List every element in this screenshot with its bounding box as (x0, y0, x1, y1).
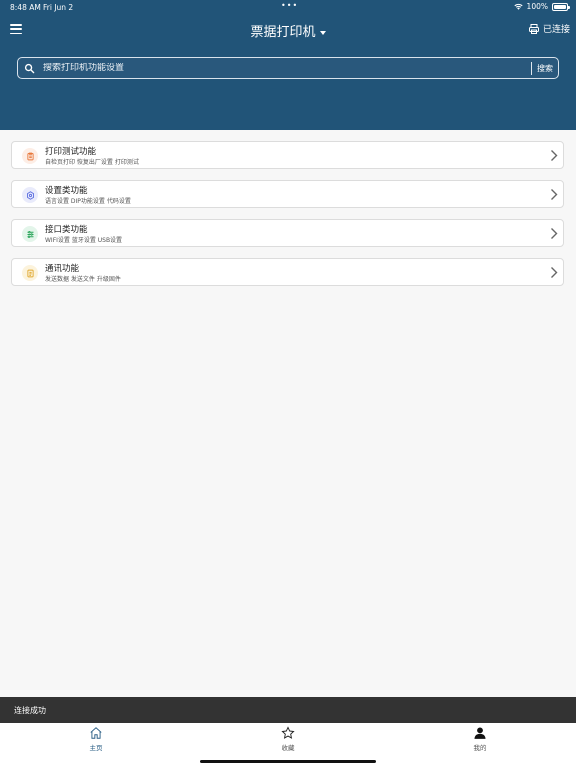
feature-item-interface[interactable]: 接口类功能 WIFI设置 蓝牙设置 USB设置 (11, 219, 564, 247)
battery-level (554, 4, 566, 9)
status-date: Fri Jun 2 (43, 3, 74, 12)
printer-icon (528, 23, 539, 34)
feature-title: 通讯功能 (45, 264, 80, 274)
search-button[interactable]: 搜索 (532, 63, 558, 74)
wifi-icon (513, 3, 523, 10)
feature-subtitle: 发送数据 发送文件 升级固件 (45, 276, 121, 283)
feature-title: 打印测试功能 (45, 147, 97, 157)
search-input[interactable] (43, 63, 531, 73)
feature-subtitle: 自检页打印 恢复出厂设置 打印测试 (45, 159, 139, 166)
user-icon (474, 727, 486, 739)
tab-home[interactable]: 主页 (76, 726, 116, 752)
tab-label: 我的 (473, 744, 487, 752)
search-icon (24, 63, 35, 73)
star-icon (281, 726, 295, 739)
document-icon (26, 269, 34, 277)
settings-icon (26, 190, 34, 200)
feature-item-settings[interactable]: 设置类功能 语言设置 DIP功能设置 代码设置 (11, 180, 564, 208)
feature-subtitle: 语言设置 DIP功能设置 代码设置 (45, 198, 131, 205)
feature-title: 接口类功能 (45, 225, 88, 235)
clipboard-icon (26, 152, 34, 160)
feature-item-communication[interactable]: 通讯功能 发送数据 发送文件 升级固件 (11, 258, 564, 286)
feature-title: 设置类功能 (45, 186, 88, 196)
feature-icon-wrap (22, 148, 38, 164)
toast-message: 连接成功 (0, 697, 576, 723)
feature-item-print-test[interactable]: 打印测试功能 自检页打印 恢复出厂设置 打印测试 (11, 141, 564, 169)
sliders-icon (27, 230, 33, 238)
feature-icon-wrap (22, 265, 38, 281)
chevron-right-icon (551, 189, 558, 200)
chevron-right-icon (551, 228, 558, 239)
feature-icon-wrap (22, 226, 38, 242)
tab-label: 主页 (89, 744, 103, 752)
printer-selector[interactable]: 票据打印机 (0, 21, 576, 40)
multitasking-dots-icon[interactable]: ••• (281, 1, 298, 10)
home-icon (90, 727, 102, 739)
status-indicators: 100% (513, 2, 570, 11)
tab-label: 收藏 (281, 744, 295, 752)
toast-text: 连接成功 (14, 706, 46, 715)
home-indicator[interactable] (200, 760, 376, 763)
battery-icon (552, 2, 570, 11)
chevron-right-icon (551, 267, 558, 278)
chevron-right-icon (551, 150, 558, 161)
connection-status-button[interactable]: 已连接 (528, 22, 570, 35)
feature-list: 打印测试功能 自检页打印 恢复出厂设置 打印测试 设置类功能 语言设置 DIP功… (11, 141, 564, 297)
app-header: 8:48 AM Fri Jun 2 ••• 100% 票据打印机 已连接 搜索打… (0, 0, 576, 130)
search-bar[interactable]: 搜索 (17, 57, 559, 79)
tab-favorites[interactable]: 收藏 (268, 726, 308, 752)
feature-subtitle: WIFI设置 蓝牙设置 USB设置 (45, 237, 123, 244)
tab-profile[interactable]: 我的 (460, 726, 500, 752)
connection-status-label: 已连接 (542, 25, 570, 35)
status-bar: 8:48 AM Fri Jun 2 ••• 100% (0, 0, 576, 14)
battery-percent: 100% (526, 2, 548, 11)
page-title: 票据打印机 (250, 25, 316, 40)
status-time: 8:48 AM (10, 3, 41, 12)
caret-down-icon (319, 30, 326, 35)
feature-icon-wrap (22, 187, 38, 203)
